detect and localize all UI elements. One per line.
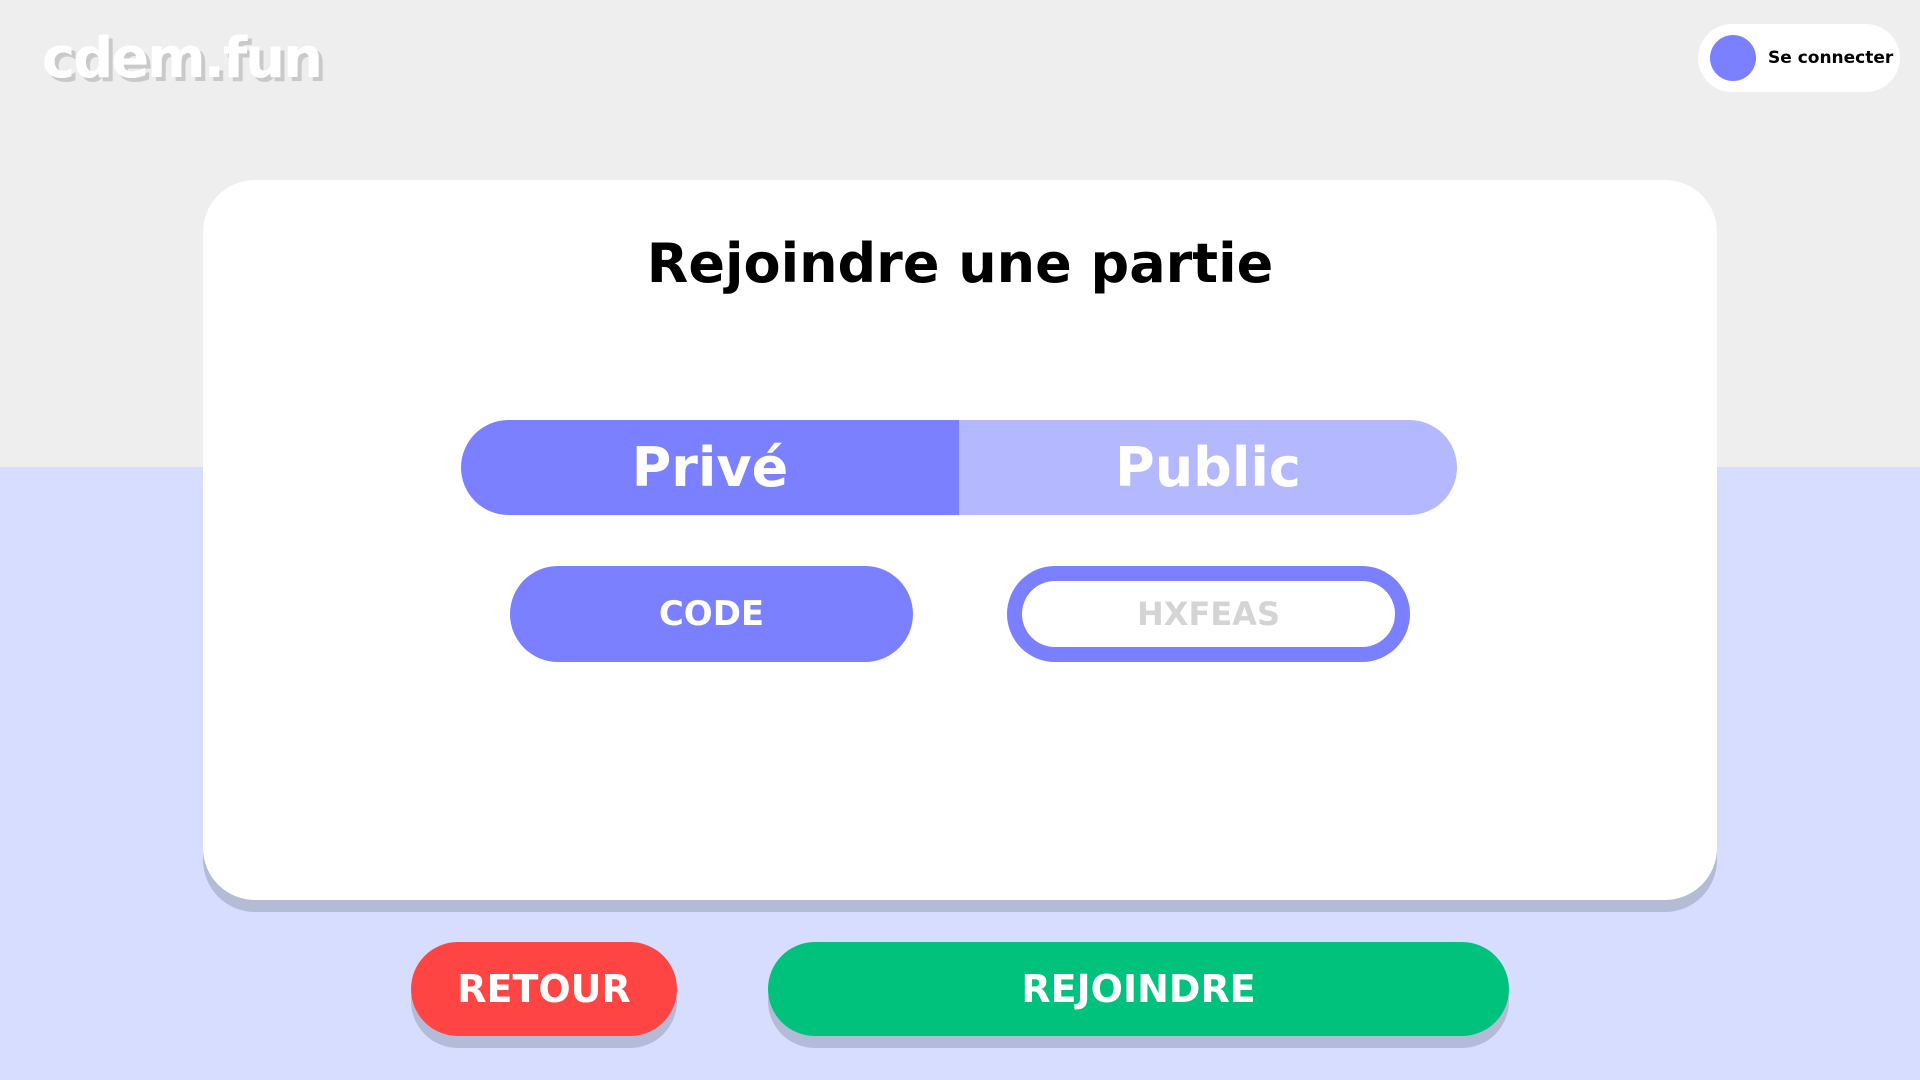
login-button[interactable]: Se connecter bbox=[1698, 24, 1900, 92]
code-label: CODE bbox=[510, 566, 913, 662]
card-title: Rejoindre une partie bbox=[646, 232, 1274, 295]
avatar-icon bbox=[1710, 35, 1756, 81]
code-input-frame bbox=[1007, 566, 1410, 662]
join-game-card: Rejoindre une partie Privé Public CODE bbox=[203, 180, 1717, 900]
site-logo[interactable]: cdem.fun bbox=[42, 26, 323, 91]
join-button[interactable]: REJOINDRE bbox=[768, 942, 1509, 1036]
code-input[interactable] bbox=[1022, 581, 1395, 647]
back-button[interactable]: RETOUR bbox=[411, 942, 677, 1036]
visibility-toggle: Privé Public bbox=[461, 420, 1457, 515]
toggle-option-private[interactable]: Privé bbox=[461, 420, 959, 515]
login-button-label: Se connecter bbox=[1768, 48, 1894, 68]
toggle-option-public[interactable]: Public bbox=[959, 420, 1457, 515]
